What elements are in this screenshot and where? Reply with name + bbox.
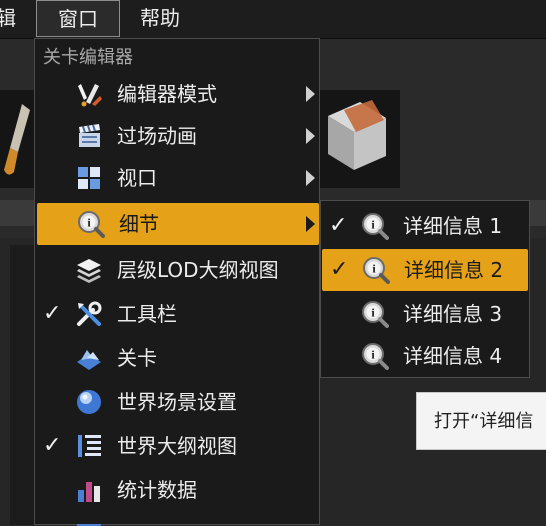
menu-item-label: 统计数据 bbox=[117, 478, 197, 502]
submenu-item-details-3[interactable]: i 详细信息 3 bbox=[321, 293, 529, 335]
menu-item-label: 工具栏 bbox=[117, 302, 177, 326]
menu-item-label: 世界大纲视图 bbox=[117, 434, 237, 458]
menu-item-editor-modes[interactable]: 编辑器模式 bbox=[35, 73, 319, 115]
tooltip-text: 打开“详细信 bbox=[434, 411, 534, 432]
submenu-arrow-icon bbox=[306, 170, 315, 186]
submenu-item-label: 详细信息 4 bbox=[403, 344, 503, 368]
menu-item-viewports[interactable]: 视口 bbox=[35, 157, 319, 199]
clapperboard-icon bbox=[79, 124, 100, 147]
editor-modes-icon bbox=[78, 84, 102, 107]
checkmark-icon: ✓ bbox=[330, 257, 349, 282]
details-magnifier-icon: i bbox=[78, 211, 105, 238]
menu-item-label: 编辑器模式 bbox=[117, 82, 217, 106]
details-submenu: ✓ i 详细信息 1 ✓ i 详细信息 2 i 详细信息 3 i 详细信息 4 bbox=[320, 200, 530, 378]
menu-item-details[interactable]: i 细节 bbox=[37, 203, 319, 245]
checkmark-icon: ✓ bbox=[43, 301, 62, 326]
outliner-list-icon bbox=[78, 435, 101, 457]
submenu-arrow-icon bbox=[306, 128, 315, 144]
menu-item-hlod-outliner[interactable]: 层级LOD大纲视图 bbox=[35, 249, 319, 291]
dropdown-section-header: 关卡编辑器 bbox=[43, 47, 133, 68]
menu-bar: 辑 窗口 帮助 bbox=[0, 0, 546, 39]
submenu-item-label: 详细信息 2 bbox=[404, 258, 504, 282]
side-pane bbox=[10, 245, 36, 525]
menu-item-partial[interactable] bbox=[35, 515, 319, 526]
window-menu-dropdown: 关卡编辑器 编辑器模式 过场动画 视口 i 细节 层级LOD大纲视图 ✓ 工具栏… bbox=[34, 38, 320, 526]
submenu-item-details-1[interactable]: ✓ i 详细信息 1 bbox=[321, 205, 529, 247]
submenu-arrow-icon bbox=[306, 86, 315, 102]
tooltip: 打开“详细信 bbox=[416, 392, 546, 450]
levels-icon bbox=[77, 350, 101, 370]
menu-item-toolbar[interactable]: ✓ 工具栏 bbox=[35, 293, 319, 335]
submenu-item-details-4[interactable]: i 详细信息 4 bbox=[321, 335, 529, 377]
menu-item-world-outliner[interactable]: ✓ 世界大纲视图 bbox=[35, 425, 319, 467]
submenu-item-label: 详细信息 3 bbox=[403, 302, 503, 326]
details-magnifier-icon: i bbox=[363, 257, 390, 284]
tools-wrench-icon bbox=[77, 301, 102, 326]
menu-item-label: 世界场景设置 bbox=[117, 390, 237, 414]
submenu-item-details-2[interactable]: ✓ i 详细信息 2 bbox=[322, 249, 528, 291]
menu-item-label: 过场动画 bbox=[117, 124, 197, 148]
paint-brush-icon bbox=[4, 104, 30, 175]
submenu-arrow-icon bbox=[306, 216, 315, 232]
details-magnifier-icon: i bbox=[362, 343, 389, 370]
menu-window[interactable]: 窗口 bbox=[36, 0, 120, 37]
menu-item-levels[interactable]: 关卡 bbox=[35, 337, 319, 379]
geometry-cube-icon bbox=[328, 100, 386, 170]
menu-item-statistics[interactable]: 统计数据 bbox=[35, 469, 319, 511]
partial-item-icon bbox=[77, 524, 101, 526]
menu-item-label: 关卡 bbox=[117, 346, 157, 370]
menu-item-label: 视口 bbox=[117, 166, 157, 190]
checkmark-icon: ✓ bbox=[43, 433, 62, 458]
world-sphere-icon bbox=[77, 390, 101, 414]
menu-item-cinematics[interactable]: 过场动画 bbox=[35, 115, 319, 157]
menu-edit[interactable]: 辑 bbox=[0, 0, 26, 37]
menu-help[interactable]: 帮助 bbox=[140, 0, 200, 37]
statistics-chart-icon bbox=[78, 482, 100, 502]
layers-icon bbox=[77, 259, 101, 283]
details-magnifier-icon: i bbox=[362, 301, 389, 328]
details-magnifier-icon: i bbox=[362, 213, 389, 240]
menu-item-world-settings[interactable]: 世界场景设置 bbox=[35, 381, 319, 423]
menu-item-label: 细节 bbox=[119, 212, 159, 236]
menu-item-label: 层级LOD大纲视图 bbox=[117, 258, 279, 282]
submenu-item-label: 详细信息 1 bbox=[403, 214, 503, 238]
checkmark-icon: ✓ bbox=[329, 213, 348, 238]
viewport-grid-icon bbox=[78, 167, 100, 189]
